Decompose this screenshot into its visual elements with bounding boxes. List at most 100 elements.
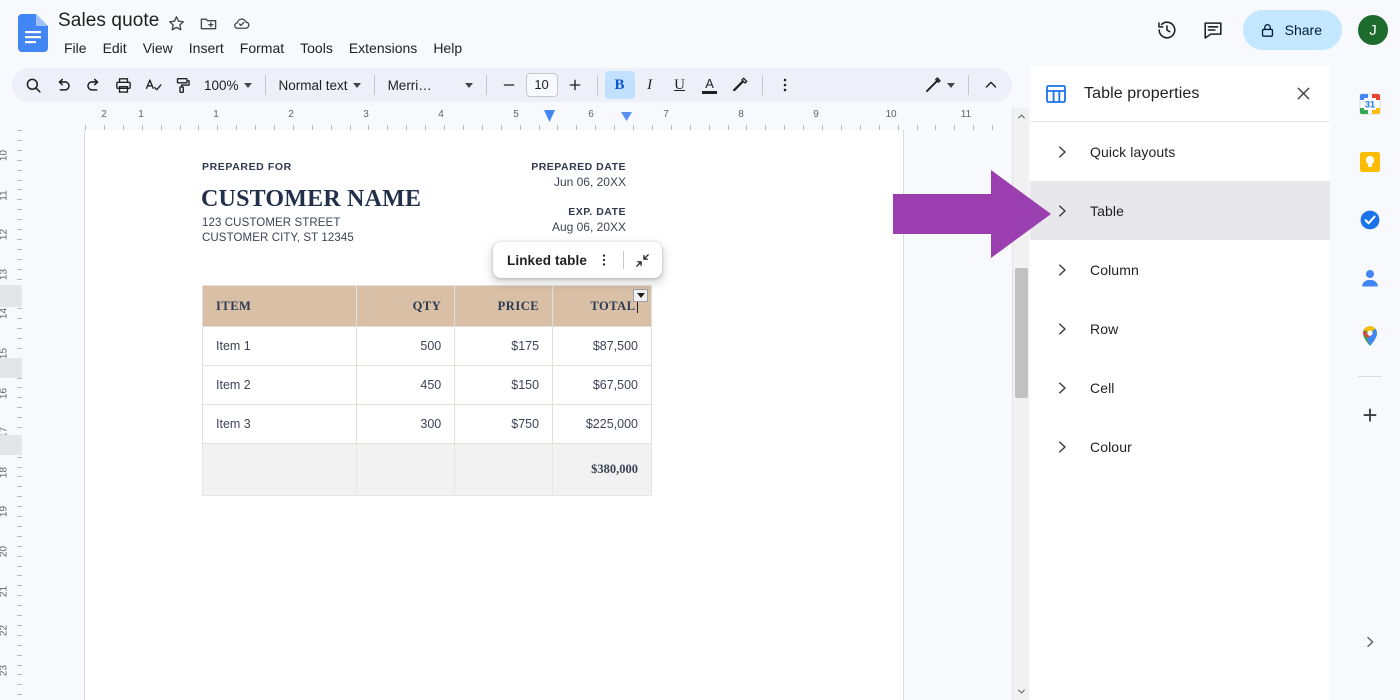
document-title[interactable]: Sales quote xyxy=(58,10,159,32)
cell-price[interactable]: $175 xyxy=(454,326,554,366)
cell-total[interactable]: $87,500 xyxy=(552,326,652,366)
font-family-dropdown[interactable]: Merri… xyxy=(382,71,479,99)
menu-extensions[interactable]: Extensions xyxy=(341,36,425,60)
cell-item[interactable]: Item 3 xyxy=(201,404,358,444)
decrease-font-size-button[interactable] xyxy=(494,71,524,99)
undo-icon[interactable] xyxy=(48,71,78,99)
google-contacts-icon[interactable] xyxy=(1352,260,1388,296)
panel-title: Table properties xyxy=(1084,84,1200,102)
menu-format[interactable]: Format xyxy=(232,36,292,60)
cell-qty[interactable]: 450 xyxy=(356,365,456,405)
google-tasks-icon[interactable] xyxy=(1352,202,1388,238)
grand-total-value[interactable]: $380,000 xyxy=(552,443,652,496)
ruler-number: 2 xyxy=(288,109,294,120)
panel-row-quick-layouts[interactable]: Quick layouts xyxy=(1030,122,1330,181)
table-total-row[interactable]: $380,000 xyxy=(201,443,652,496)
google-keep-icon[interactable] xyxy=(1352,144,1388,180)
cell-dropdown-icon[interactable] xyxy=(633,289,648,302)
linked-table-menu-icon[interactable] xyxy=(591,247,617,273)
version-history-icon[interactable] xyxy=(1147,10,1187,50)
zoom-level-dropdown[interactable]: 100% xyxy=(198,71,258,99)
cell-item[interactable]: Item 2 xyxy=(201,365,358,405)
panel-row-colour[interactable]: Colour xyxy=(1030,417,1330,476)
menu-edit[interactable]: Edit xyxy=(95,36,135,60)
google-maps-icon[interactable] xyxy=(1352,318,1388,354)
total-row-blank-3[interactable] xyxy=(454,443,554,496)
table-icon xyxy=(1044,82,1068,106)
google-docs-icon[interactable] xyxy=(18,14,48,52)
scroll-up-icon[interactable] xyxy=(1013,108,1030,125)
horizontal-ruler[interactable]: 2112345678910111213141516171819 xyxy=(0,108,1010,130)
avatar[interactable]: J xyxy=(1356,13,1390,47)
scroll-down-icon[interactable] xyxy=(1013,683,1030,700)
table-row[interactable]: Item 2 450 $150 $67,500 xyxy=(201,365,652,405)
quote-table[interactable]: ITEM QTY PRICE TOTAL Item 1 500 $175 $87… xyxy=(201,285,652,496)
add-ons-button[interactable]: + xyxy=(1352,397,1388,433)
document-page[interactable]: PREPARED FOR CUSTOMER NAME 123 CUSTOMER … xyxy=(85,130,903,700)
panel-row-cell[interactable]: Cell xyxy=(1030,358,1330,417)
panel-row-row[interactable]: Row xyxy=(1030,299,1330,358)
cell-total[interactable]: $67,500 xyxy=(552,365,652,405)
bold-button[interactable]: B xyxy=(604,71,635,99)
highlight-pen-icon[interactable] xyxy=(725,71,755,99)
italic-button[interactable]: I xyxy=(635,71,665,99)
menu-insert[interactable]: Insert xyxy=(181,36,232,60)
menu-view[interactable]: View xyxy=(135,36,181,60)
cloud-saved-icon[interactable] xyxy=(232,14,254,36)
ruler-number-vertical: 14 xyxy=(0,308,10,320)
font-size-input[interactable]: 10 xyxy=(525,73,558,97)
hide-menus-button[interactable] xyxy=(976,71,1006,99)
header-total-label: TOTAL xyxy=(590,298,636,313)
spellcheck-icon[interactable] xyxy=(138,71,168,99)
ruler-number-vertical: 22 xyxy=(0,625,10,637)
ruler-number: 10 xyxy=(885,109,897,120)
panel-label-row: Row xyxy=(1090,320,1119,337)
total-row-blank-2[interactable] xyxy=(356,443,456,496)
expand-panel-chevron-right-icon[interactable] xyxy=(1358,630,1382,654)
vertical-scroll-thumb[interactable] xyxy=(1015,268,1028,398)
cell-total[interactable]: $225,000 xyxy=(552,404,652,444)
comment-icon[interactable] xyxy=(1193,10,1233,50)
cell-qty[interactable]: 500 xyxy=(356,326,456,366)
total-row-blank-1[interactable] xyxy=(201,443,358,496)
bold-label: B xyxy=(614,76,625,93)
panel-row-column[interactable]: Column xyxy=(1030,240,1330,299)
menu-tools[interactable]: Tools xyxy=(292,36,341,60)
cell-item[interactable]: Item 1 xyxy=(201,326,358,366)
search-icon[interactable] xyxy=(18,71,48,99)
header-qty[interactable]: QTY xyxy=(356,285,456,327)
underline-button[interactable]: U xyxy=(665,71,695,99)
vertical-ruler[interactable]: 101112131415161718192021222324 xyxy=(0,130,22,700)
panel-row-table[interactable]: Table xyxy=(1030,181,1330,240)
cell-price[interactable]: $750 xyxy=(454,404,554,444)
menu-help[interactable]: Help xyxy=(425,36,470,60)
table-row[interactable]: Item 3 300 $750 $225,000 xyxy=(201,404,652,444)
table-row[interactable]: Item 1 500 $175 $87,500 xyxy=(201,326,652,366)
cell-qty[interactable]: 300 xyxy=(356,404,456,444)
paint-format-icon[interactable] xyxy=(168,71,198,99)
header-price[interactable]: PRICE xyxy=(454,285,554,327)
exp-date-value: Aug 06, 20XX xyxy=(551,220,626,234)
cell-price[interactable]: $150 xyxy=(454,365,554,405)
close-icon[interactable] xyxy=(1286,77,1320,111)
header-item[interactable]: ITEM xyxy=(201,285,358,327)
print-icon[interactable] xyxy=(108,71,138,99)
linked-table-chip[interactable]: Linked table xyxy=(493,242,662,278)
star-icon[interactable] xyxy=(167,14,189,36)
panel-label-column: Column xyxy=(1090,261,1139,278)
move-to-folder-icon[interactable] xyxy=(199,14,221,36)
redo-icon[interactable] xyxy=(78,71,108,99)
text-color-button[interactable]: A xyxy=(695,71,725,99)
collapse-arrows-icon[interactable] xyxy=(630,247,656,273)
editing-mode-dropdown[interactable] xyxy=(918,71,961,99)
share-button[interactable]: Share xyxy=(1242,10,1342,50)
toolbar-divider xyxy=(596,75,598,95)
vertical-scrollbar[interactable] xyxy=(1012,108,1029,700)
menu-file[interactable]: File xyxy=(56,36,95,60)
increase-font-size-button[interactable] xyxy=(560,71,590,99)
document-canvas[interactable]: PREPARED FOR CUSTOMER NAME 123 CUSTOMER … xyxy=(22,130,1010,700)
paragraph-style-dropdown[interactable]: Normal text xyxy=(273,71,367,99)
more-options-button[interactable] xyxy=(770,71,800,99)
google-calendar-icon[interactable]: 31 xyxy=(1352,86,1388,122)
header-total[interactable]: TOTAL xyxy=(552,285,652,327)
